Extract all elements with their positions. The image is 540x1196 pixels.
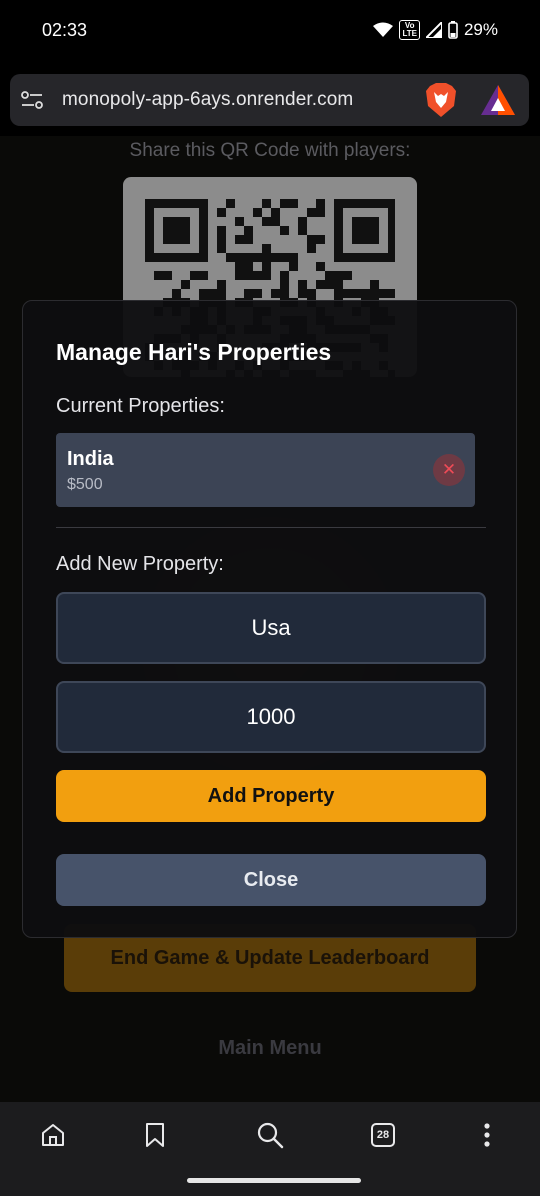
signal-icon (425, 22, 442, 38)
status-bar: 02:33 Vo LTE 29% (0, 0, 540, 64)
property-price-input[interactable] (56, 681, 486, 753)
main-menu-link[interactable]: Main Menu (0, 1037, 540, 1060)
bookmarks-button[interactable] (138, 1118, 172, 1152)
property-name-input[interactable] (56, 592, 486, 664)
property-name: India (67, 448, 114, 470)
close-button[interactable]: Close (56, 854, 486, 906)
gesture-handle[interactable] (187, 1178, 361, 1183)
address-bar[interactable]: monopoly-app-6ays.onrender.com (10, 74, 529, 126)
tabs-button[interactable]: 28 (366, 1118, 400, 1152)
add-property-label: Add New Property: (56, 553, 224, 575)
remove-property-button[interactable]: ✕ (433, 454, 465, 486)
property-card: India $500 ✕ (56, 433, 475, 507)
divider (56, 527, 486, 528)
share-qr-text: Share this QR Code with players: (129, 140, 411, 161)
close-x-icon: ✕ (441, 460, 457, 479)
current-properties-label: Current Properties: (56, 395, 225, 417)
status-icons: Vo LTE 29% (373, 20, 498, 40)
add-property-button[interactable]: Add Property (56, 770, 486, 822)
modal-title: Manage Hari's Properties (56, 339, 332, 365)
search-button[interactable] (253, 1118, 287, 1152)
search-icon (257, 1122, 284, 1149)
home-button[interactable] (36, 1118, 70, 1152)
manage-properties-modal: Manage Hari's Properties Current Propert… (22, 300, 517, 938)
bookmark-icon (146, 1123, 164, 1147)
tab-count-icon: 28 (371, 1123, 395, 1147)
site-settings-icon[interactable] (20, 88, 44, 112)
battery-percent: 29% (463, 20, 498, 39)
brave-lion-icon[interactable] (424, 82, 458, 118)
status-time: 02:33 (42, 20, 88, 40)
volte-badge: Vo LTE (399, 20, 420, 40)
property-price: $500 (67, 476, 103, 493)
wifi-icon (373, 22, 394, 37)
more-vertical-icon (484, 1123, 490, 1147)
url-text[interactable]: monopoly-app-6ays.onrender.com (62, 89, 353, 111)
menu-button[interactable] (470, 1118, 504, 1152)
bat-rewards-icon[interactable] (480, 84, 516, 116)
battery-icon (448, 21, 458, 39)
home-icon (42, 1124, 64, 1146)
